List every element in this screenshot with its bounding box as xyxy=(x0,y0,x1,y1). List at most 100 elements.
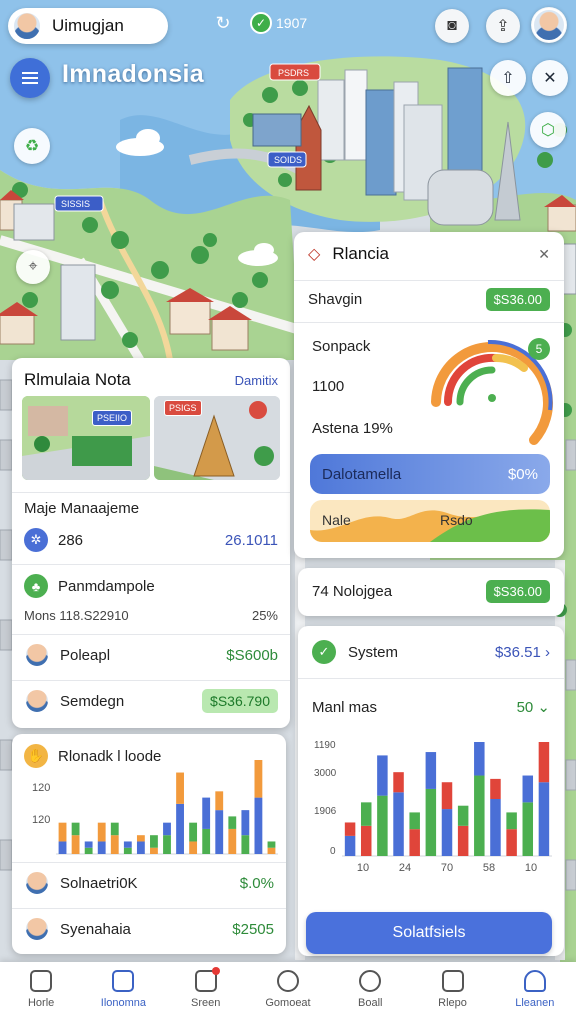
section-row[interactable]: ♣ Panmdampole xyxy=(12,574,290,598)
close-map-button[interactable]: ✕ xyxy=(532,60,568,96)
bar[interactable] xyxy=(474,742,485,776)
bar-chart-small[interactable] xyxy=(56,754,278,856)
bar[interactable] xyxy=(84,841,93,848)
bar[interactable] xyxy=(457,805,469,826)
bar[interactable] xyxy=(215,791,224,811)
bar[interactable] xyxy=(110,822,119,836)
bar[interactable] xyxy=(97,822,106,842)
bar[interactable] xyxy=(474,775,485,856)
bar[interactable] xyxy=(71,835,80,854)
bar[interactable] xyxy=(267,841,276,848)
bar[interactable] xyxy=(189,822,198,842)
photo-thumbnail-1[interactable]: PSEIIO xyxy=(22,396,150,480)
bar[interactable] xyxy=(538,742,550,783)
nav-smile[interactable]: Boall xyxy=(329,962,411,1024)
nav-messages[interactable]: Sreen xyxy=(165,962,247,1024)
user-profile-pill[interactable]: Uimugjan xyxy=(8,8,168,44)
bar[interactable] xyxy=(136,835,145,842)
map-label[interactable]: SISSIS xyxy=(61,199,90,209)
bar[interactable] xyxy=(506,829,517,856)
locate-button[interactable]: ⌖ xyxy=(16,250,50,284)
map-label[interactable]: SOIDS xyxy=(274,155,302,165)
bar[interactable] xyxy=(441,809,453,856)
list-item[interactable]: Syenahaia $2505 xyxy=(12,916,286,942)
bar[interactable] xyxy=(84,847,93,854)
layers-button[interactable]: ⬡ xyxy=(530,112,566,148)
bar[interactable] xyxy=(123,847,132,854)
primary-action-button[interactable]: Solatfsiels xyxy=(306,912,552,954)
list-item[interactable]: Solnaetri0K $.0% xyxy=(12,870,286,896)
bar[interactable] xyxy=(490,799,501,856)
bar[interactable] xyxy=(136,841,145,854)
bar[interactable] xyxy=(522,775,534,803)
share-map-button[interactable]: ⇧ xyxy=(490,60,526,96)
bar[interactable] xyxy=(490,778,501,799)
bar[interactable] xyxy=(163,822,171,836)
bar-chart-main[interactable] xyxy=(342,736,552,858)
bar[interactable] xyxy=(254,797,263,854)
bar[interactable] xyxy=(441,782,453,810)
bar[interactable] xyxy=(360,825,372,856)
share-button[interactable]: ⇪ xyxy=(486,9,520,43)
left-panel-link[interactable]: Damitix xyxy=(235,373,278,388)
nav-grid[interactable]: Gomoeat xyxy=(247,962,329,1024)
map-label[interactable]: PSDRS xyxy=(278,68,309,78)
bar[interactable] xyxy=(176,803,184,854)
area-chart[interactable]: Nale Rsdo xyxy=(310,500,550,542)
photo-thumbnail-2[interactable]: PSIGS xyxy=(154,396,280,480)
system-row[interactable]: ✓ System $36.51 › xyxy=(298,640,564,664)
bar[interactable] xyxy=(58,822,67,842)
bar[interactable] xyxy=(506,812,517,830)
bar[interactable] xyxy=(409,812,420,830)
bar[interactable] xyxy=(425,752,437,789)
camera-button[interactable]: ◙ xyxy=(435,9,469,43)
bar[interactable] xyxy=(241,835,250,854)
nav-reports[interactable]: Rlepo xyxy=(411,962,493,1024)
bar[interactable] xyxy=(176,772,184,804)
bar[interactable] xyxy=(228,828,237,854)
sync-icon[interactable]: ↻ xyxy=(212,12,234,34)
close-icon[interactable]: ✕ xyxy=(538,246,550,263)
bar[interactable] xyxy=(202,828,211,854)
bar[interactable] xyxy=(163,835,171,854)
nav-profile[interactable]: Lleanen xyxy=(494,962,576,1024)
bar[interactable] xyxy=(110,835,119,854)
chart-right-value[interactable]: 50 ⌄ xyxy=(517,698,550,716)
bar[interactable] xyxy=(409,829,420,856)
bar[interactable] xyxy=(538,782,550,856)
bar[interactable] xyxy=(97,841,106,854)
profile-button[interactable] xyxy=(531,7,567,43)
bar[interactable] xyxy=(522,802,534,856)
recycle-button[interactable]: ♻ xyxy=(14,128,50,164)
status-chip[interactable]: ✓ 1907 xyxy=(250,12,307,34)
bar[interactable] xyxy=(202,797,211,829)
list-item[interactable]: Semdegn $S36.790 xyxy=(12,688,290,714)
bar[interactable] xyxy=(267,847,276,854)
bar[interactable] xyxy=(377,755,388,796)
progress-bar[interactable]: Dalotamella $0% xyxy=(310,454,550,494)
bar[interactable] xyxy=(393,772,404,793)
list-item[interactable]: Poleapl $S600b xyxy=(12,642,290,668)
bar[interactable] xyxy=(123,841,132,848)
bar[interactable] xyxy=(425,788,437,856)
bar[interactable] xyxy=(254,760,263,798)
menu-button[interactable] xyxy=(10,58,50,98)
list-item[interactable]: Shavgin $S36.00 xyxy=(294,288,564,311)
bar[interactable] xyxy=(215,810,224,854)
bar[interactable] xyxy=(457,825,469,856)
bar[interactable] xyxy=(377,795,388,856)
section-value-row[interactable]: ✲ 286 26.1011 xyxy=(12,528,290,552)
nolojgea-card[interactable]: 74 Nolojgea $S36.00 xyxy=(298,568,564,616)
bar[interactable] xyxy=(189,841,198,854)
bar[interactable] xyxy=(150,835,158,848)
bar[interactable] xyxy=(150,847,158,854)
bar[interactable] xyxy=(241,810,250,836)
bar[interactable] xyxy=(344,822,356,836)
bar[interactable] xyxy=(344,835,356,856)
nav-home[interactable]: Horle xyxy=(0,962,82,1024)
bar[interactable] xyxy=(228,816,237,829)
bar[interactable] xyxy=(71,822,80,836)
bar[interactable] xyxy=(360,802,372,826)
nav-edit[interactable]: Ilonomna xyxy=(82,962,164,1024)
bar[interactable] xyxy=(58,841,67,854)
